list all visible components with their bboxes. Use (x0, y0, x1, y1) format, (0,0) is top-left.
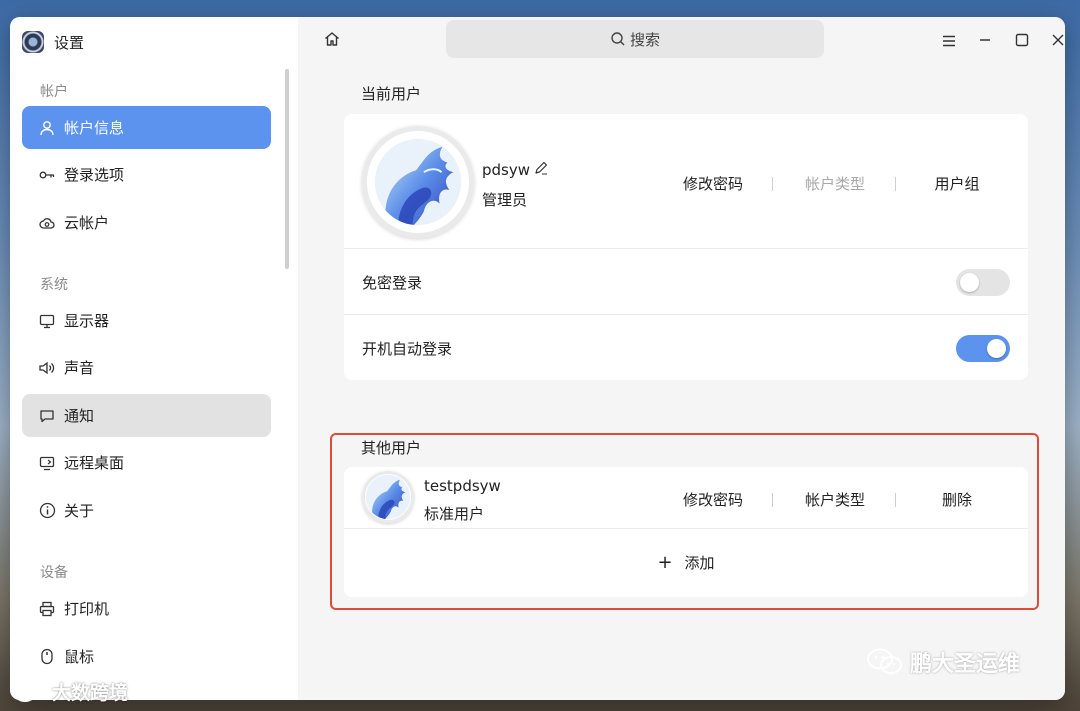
watermark-right: 鹏大圣运维 (866, 646, 1020, 678)
sidebar-item-account-info[interactable]: 帐户信息 (22, 106, 271, 149)
user-group-button[interactable]: 用户组 (912, 173, 1002, 194)
section-title-devices: 设备 (40, 565, 68, 581)
menu-icon (942, 32, 956, 51)
avatar[interactable] (362, 126, 474, 238)
dragon-avatar-image (374, 138, 462, 226)
settings-app-icon (22, 31, 44, 53)
current-user-title: 当前用户 (361, 85, 422, 103)
sidebar-item-label: 通知 (64, 407, 95, 425)
chat-icon (38, 407, 56, 425)
edit-name-button[interactable] (534, 161, 548, 179)
divider (344, 248, 1028, 249)
sidebar-item-remote-desktop[interactable]: 远程桌面 (22, 441, 271, 484)
username-row: pdsyw (482, 161, 548, 179)
close-icon (1051, 32, 1065, 51)
sidebar-item-label: 远程桌面 (64, 454, 125, 472)
auto-login-label: 开机自动登录 (362, 340, 453, 358)
sidebar-item-sound[interactable]: 声音 (22, 346, 271, 389)
sidebar-item-label: 鼠标 (64, 648, 95, 666)
app-header: 设置 (22, 29, 84, 55)
sidebar-item-notification[interactable]: 通知 (22, 394, 271, 437)
app-title: 设置 (54, 33, 85, 52)
user-icon (38, 119, 56, 137)
account-type-button[interactable]: 帐户类型 (790, 173, 880, 194)
watermark-left: 大数跨境 (12, 678, 128, 705)
home-button[interactable] (320, 29, 344, 53)
sidebar-item-label: 声音 (64, 359, 95, 377)
change-password-button[interactable]: 修改密码 (668, 173, 758, 194)
toggle-knob (960, 273, 979, 292)
wechat-icon (866, 647, 904, 677)
minimize-button[interactable] (971, 27, 999, 55)
home-icon (323, 30, 341, 52)
maximize-button[interactable] (1008, 27, 1036, 55)
watermark-text: 大数跨境 (52, 682, 129, 704)
sidebar-scrollbar[interactable] (285, 69, 289, 269)
speaker-icon (38, 359, 56, 377)
toggle-knob (987, 339, 1006, 358)
cloud-icon (38, 214, 56, 232)
sidebar-item-printer[interactable]: 打印机 (22, 587, 271, 630)
sidebar-item-label: 打印机 (64, 600, 110, 618)
watermark-text: 鹏大圣运维 (910, 652, 1021, 677)
sidebar-item-label: 关于 (64, 502, 95, 520)
user-role: 管理员 (482, 191, 528, 209)
maximize-icon (1015, 32, 1029, 51)
sidebar-item-display[interactable]: 显示器 (22, 299, 271, 342)
sidebar-item-label: 显示器 (64, 312, 110, 330)
close-button[interactable] (1044, 27, 1065, 55)
annotation-highlight-box (330, 433, 1039, 610)
sidebar-item-label: 登录选项 (64, 166, 125, 184)
weibo-icon (12, 680, 48, 704)
search-icon (610, 31, 626, 47)
menu-button[interactable] (935, 27, 963, 55)
search-label: 搜索 (629, 30, 660, 49)
divider (344, 314, 1028, 315)
sidebar-item-login-options[interactable]: 登录选项 (22, 153, 271, 196)
monitor-icon (38, 312, 56, 330)
sidebar-item-label: 云帐户 (64, 214, 110, 232)
action-separator (772, 177, 773, 191)
search-input[interactable]: 搜索 (446, 20, 824, 58)
sidebar-item-about[interactable]: 关于 (22, 489, 271, 532)
action-separator (895, 177, 896, 191)
password-free-login-label: 免密登录 (362, 274, 423, 292)
sidebar: 设置 帐户 帐户信息 登录选项 云帐户 系统 显示器 声音 通知 远程桌面 关于… (10, 17, 298, 700)
printer-icon (38, 600, 56, 618)
section-title-account: 帐户 (40, 84, 68, 100)
password-free-login-toggle[interactable] (956, 269, 1010, 296)
sidebar-item-label: 帐户信息 (64, 119, 125, 137)
minimize-icon (978, 32, 992, 51)
info-icon (38, 502, 56, 520)
pencil-icon (534, 161, 548, 179)
sidebar-item-mouse[interactable]: 鼠标 (22, 635, 271, 678)
sidebar-item-cloud-account[interactable]: 云帐户 (22, 201, 271, 244)
key-icon (38, 166, 56, 184)
auto-login-toggle[interactable] (956, 335, 1010, 362)
username: pdsyw (482, 161, 531, 179)
current-user-card: pdsyw 管理员 修改密码 帐户类型 用户组 免密登录 开机自动登录 (344, 114, 1028, 380)
mouse-icon (38, 648, 56, 666)
remote-desktop-icon (38, 454, 56, 472)
section-title-system: 系统 (40, 277, 68, 293)
